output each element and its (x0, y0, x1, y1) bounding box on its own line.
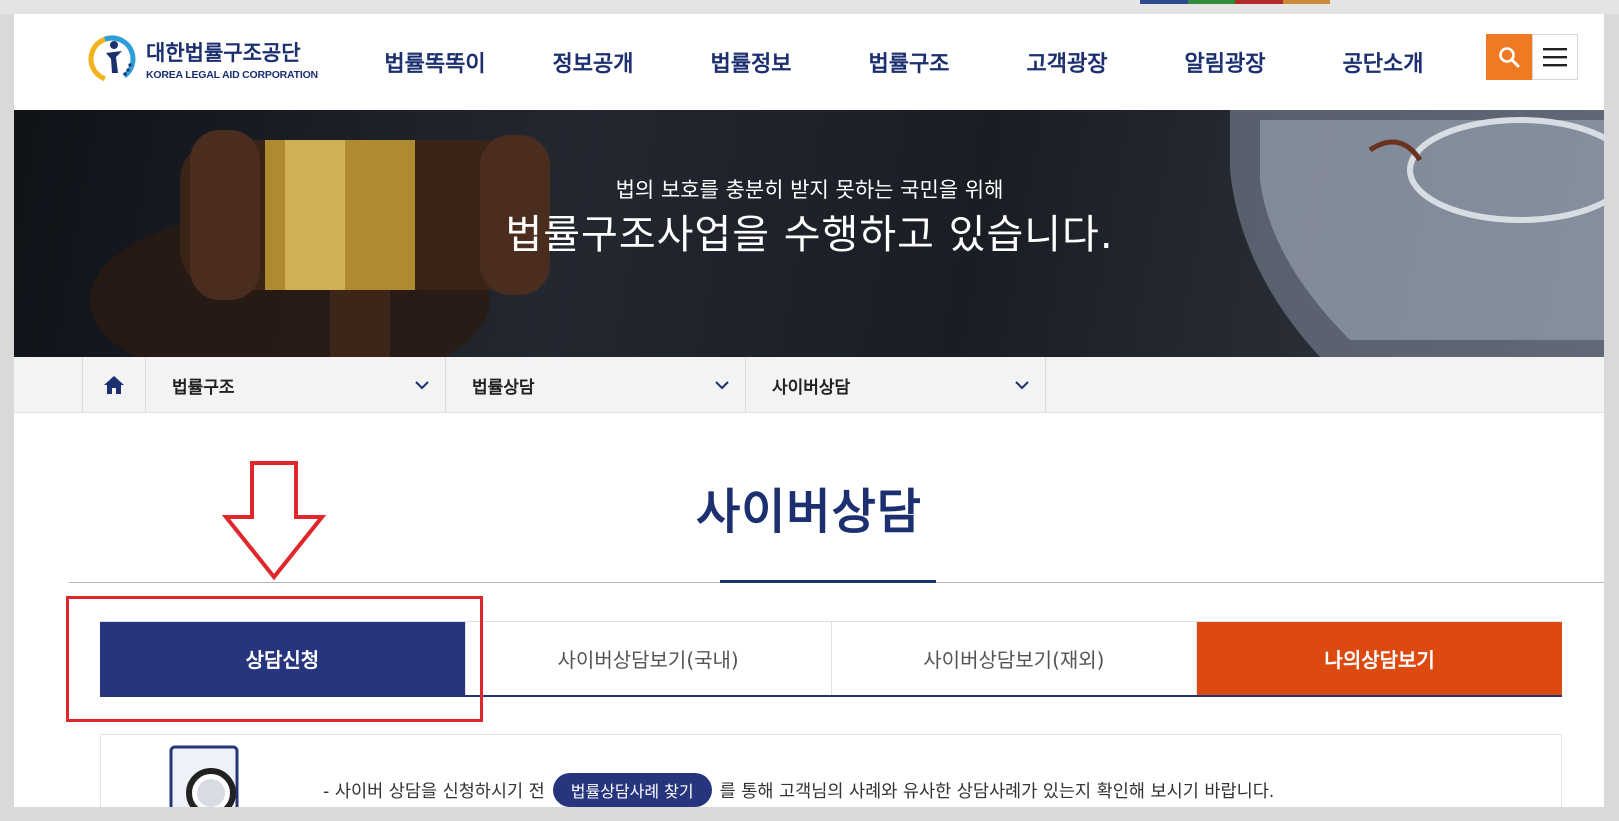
hero-banner: 법의 보호를 충분히 받지 못하는 국민을 위해 법률구조사업을 수행하고 있습… (14, 110, 1604, 357)
nav-item-legal-info[interactable]: 법률정보 (672, 46, 830, 78)
site-header: 대한법률구조공단 KOREA LEGAL AID CORPORATION 법률똑… (14, 14, 1604, 110)
home-button[interactable] (82, 357, 146, 413)
find-counsel-cases-button[interactable]: 법률상담사례 찾기 (552, 773, 712, 807)
nav-item-legal-smart[interactable]: 법률똑똑이 (356, 46, 514, 78)
annotation-arrow-icon (222, 461, 326, 581)
site-logo[interactable]: 대한법률구조공단 KOREA LEGAL AID CORPORATION (88, 30, 338, 88)
banner-subtitle: 법의 보호를 충분히 받지 못하는 국민을 위해 (615, 178, 1004, 202)
breadcrumb-label: 사이버상담 (772, 377, 851, 398)
tab-view-domestic[interactable]: 사이버상담보기(국내) (465, 622, 832, 695)
annotation-highlight-box (66, 596, 483, 722)
notice-suffix: 를 통해 고객님의 사례와 유사한 상담사례가 있는지 확인해 보시기 바랍니다… (719, 781, 1275, 802)
breadcrumb-label: 법률구조 (172, 377, 235, 398)
tab-my-counsel[interactable]: 나의상담보기 (1197, 622, 1562, 695)
breadcrumb-dropdown-cyber-counsel[interactable]: 사이버상담 (746, 357, 1046, 413)
nav-item-legal-aid[interactable]: 법률구조 (830, 46, 988, 78)
document-search-icon (169, 745, 239, 807)
site-page: 대한법률구조공단 KOREA LEGAL AID CORPORATION 법률똑… (14, 14, 1604, 807)
chevron-down-icon (1015, 380, 1029, 389)
logo-emblem-icon (88, 35, 136, 83)
home-icon (104, 376, 124, 394)
color-blocks (1140, 0, 1330, 4)
nav-item-info-disclosure[interactable]: 정보공개 (514, 46, 672, 78)
chevron-down-icon (415, 380, 429, 389)
logo-english-name: KOREA LEGAL AID CORPORATION (146, 69, 318, 81)
top-strip (0, 0, 1619, 14)
title-accent-bar (720, 580, 936, 583)
menu-button[interactable] (1532, 34, 1578, 80)
search-button[interactable] (1486, 34, 1532, 80)
banner-title: 법률구조사업을 수행하고 있습니다. (505, 212, 1114, 258)
notice-prefix: - 사이버 상담을 신청하시기 전 (323, 781, 545, 802)
nav-item-customer-plaza[interactable]: 고객광장 (988, 46, 1146, 78)
browser-viewport: 대한법률구조공단 KOREA LEGAL AID CORPORATION 법률똑… (0, 0, 1619, 821)
nav-item-notice-plaza[interactable]: 알림광장 (1146, 46, 1304, 78)
breadcrumb-dropdown-legal-aid[interactable]: 법률구조 (146, 357, 446, 413)
breadcrumb-label: 법률상담 (472, 377, 535, 398)
notice-line: - 사이버 상담을 신청하시기 전 법률상담사례 찾기 를 통해 고객님의 사례… (323, 773, 1274, 807)
breadcrumb-dropdown-legal-counsel[interactable]: 법률상담 (446, 357, 746, 413)
search-icon (1499, 47, 1520, 68)
main-navigation: 법률똑똑이 정보공개 법률정보 법률구조 고객광장 알림광장 공단소개 (356, 14, 1462, 110)
breadcrumb: 법률구조 법률상담 사이버상담 (14, 357, 1604, 413)
chevron-down-icon (715, 380, 729, 389)
nav-item-about[interactable]: 공단소개 (1304, 46, 1462, 78)
logo-korean-name: 대한법률구조공단 (146, 41, 301, 65)
tab-view-overseas[interactable]: 사이버상담보기(재외) (831, 622, 1198, 695)
hamburger-menu-icon (1543, 48, 1567, 67)
notice-box: - 사이버 상담을 신청하시기 전 법률상담사례 찾기 를 통해 고객님의 사례… (100, 734, 1562, 807)
